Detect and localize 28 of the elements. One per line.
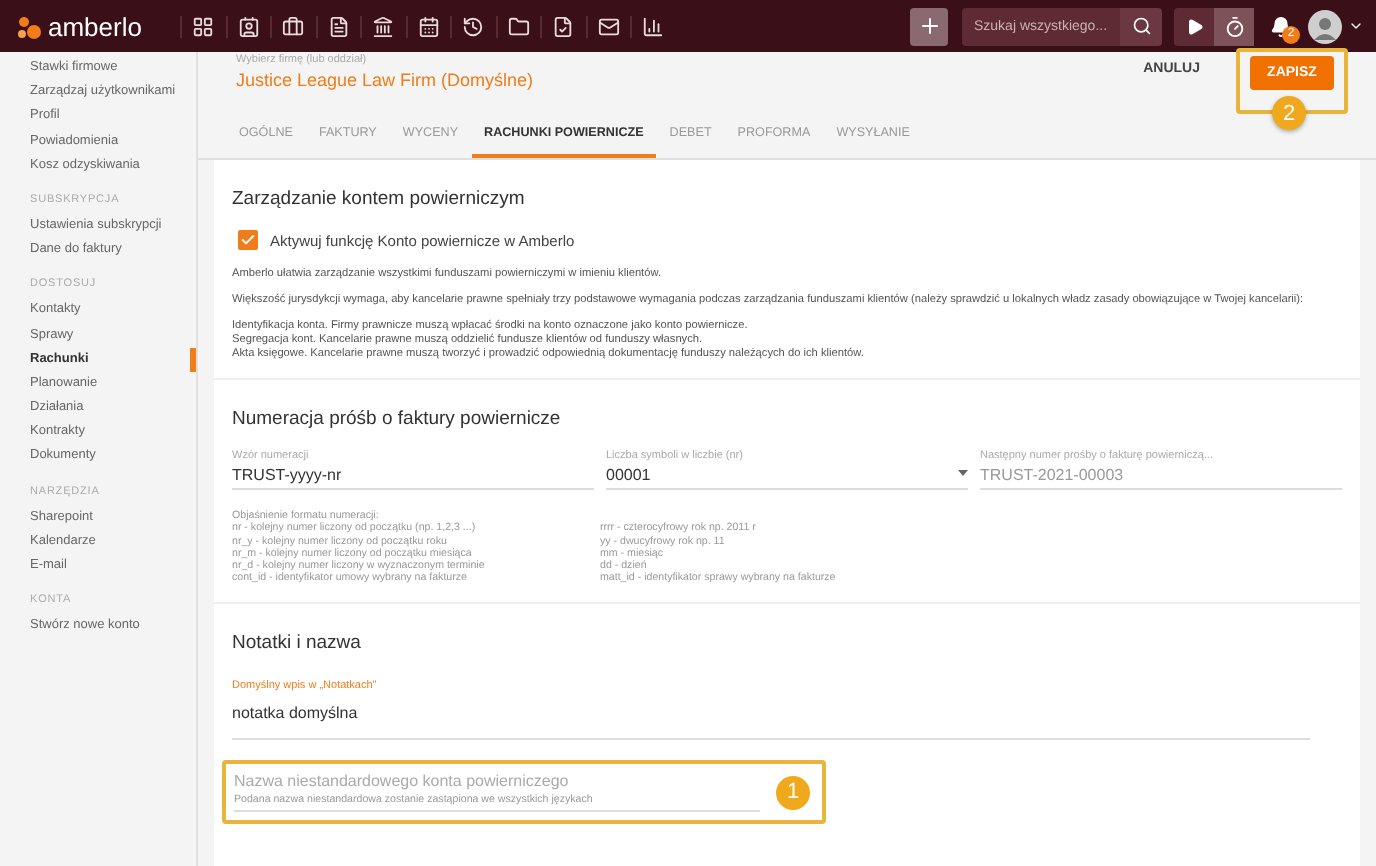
checkbox[interactable]: [238, 230, 258, 250]
logo-icon: [16, 13, 42, 39]
section-title: Numeracja próśb o faktury powiernicze: [232, 408, 563, 431]
add-button[interactable]: [910, 7, 948, 45]
dashboard-icon[interactable]: [192, 15, 215, 37]
section-title: Notatki i nazwa: [232, 632, 363, 655]
logo-text: amberlo: [48, 11, 142, 41]
search-icon: [1131, 16, 1151, 36]
section-title: Zarządzanie kontem powierniczym: [232, 188, 527, 210]
document-icon[interactable]: [552, 15, 575, 37]
chart-icon[interactable]: [642, 15, 665, 37]
mail-icon[interactable]: [597, 15, 620, 37]
history-icon[interactable]: [462, 15, 485, 37]
stopwatch-icon: [1223, 15, 1245, 37]
timer-button[interactable]: [1214, 7, 1254, 45]
caret-icon[interactable]: [1348, 18, 1364, 34]
play-icon: [1185, 17, 1203, 35]
avatar[interactable]: [1308, 9, 1342, 43]
bank-icon[interactable]: [372, 15, 395, 37]
folder-icon[interactable]: [507, 15, 530, 37]
invoice-icon[interactable]: [327, 15, 350, 37]
contact-card-icon[interactable]: [237, 15, 260, 37]
plus-icon: [917, 14, 941, 38]
step-number: 1: [776, 775, 810, 810]
briefcase-icon[interactable]: [282, 15, 305, 37]
step-number: 2: [1272, 96, 1306, 130]
calendar-icon[interactable]: [417, 15, 440, 37]
search-button[interactable]: [1120, 7, 1162, 45]
